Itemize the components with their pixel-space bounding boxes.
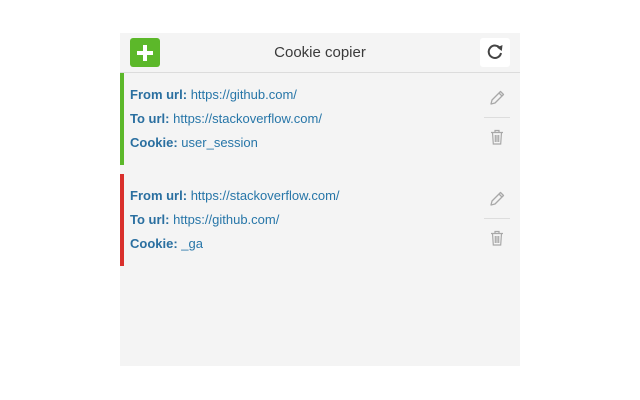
from-url-value: https://github.com/	[190, 87, 297, 102]
to-url-label: To url:	[130, 212, 170, 227]
refresh-icon	[487, 44, 503, 59]
edit-rule-button[interactable]	[484, 186, 510, 214]
to-url-value: https://stackoverflow.com/	[173, 111, 322, 126]
trash-icon	[491, 129, 503, 145]
rule-details: From url: https://stackoverflow.com/ To …	[130, 184, 340, 256]
refresh-button[interactable]	[480, 38, 510, 67]
to-url-line: To url: https://stackoverflow.com/	[130, 107, 322, 131]
cookie-label: Cookie:	[130, 236, 178, 251]
rule-actions	[484, 85, 510, 152]
to-url-value: https://github.com/	[173, 212, 280, 227]
cookie-value: _ga	[181, 236, 203, 251]
cookie-label: Cookie:	[130, 135, 178, 150]
popup-header: Cookie copier	[120, 33, 520, 73]
from-url-label: From url:	[130, 188, 188, 203]
trash-icon	[491, 230, 503, 246]
from-url-line: From url: https://github.com/	[130, 83, 322, 107]
from-url-line: From url: https://stackoverflow.com/	[130, 184, 340, 208]
pencil-icon	[490, 191, 505, 206]
rule-details: From url: https://github.com/ To url: ht…	[130, 83, 322, 155]
popup-title: Cookie copier	[274, 44, 366, 61]
rule-status-bar	[120, 174, 124, 266]
cookie-line: Cookie: user_session	[130, 131, 322, 155]
to-url-label: To url:	[130, 111, 170, 126]
action-divider	[484, 117, 510, 118]
from-url-value: https://stackoverflow.com/	[190, 188, 340, 203]
cookie-copier-popup: Cookie copier From url: https://github.c…	[120, 33, 520, 366]
delete-rule-button[interactable]	[484, 225, 510, 253]
cookie-rule: From url: https://stackoverflow.com/ To …	[120, 174, 520, 266]
cookie-rule: From url: https://github.com/ To url: ht…	[120, 73, 520, 165]
delete-rule-button[interactable]	[484, 124, 510, 152]
pencil-icon	[490, 90, 505, 105]
cookie-line: Cookie: _ga	[130, 232, 340, 256]
rule-status-bar	[120, 73, 124, 165]
edit-rule-button[interactable]	[484, 85, 510, 113]
to-url-line: To url: https://github.com/	[130, 208, 340, 232]
from-url-label: From url:	[130, 87, 188, 102]
rule-actions	[484, 186, 510, 253]
action-divider	[484, 218, 510, 219]
cookie-value: user_session	[181, 135, 258, 150]
